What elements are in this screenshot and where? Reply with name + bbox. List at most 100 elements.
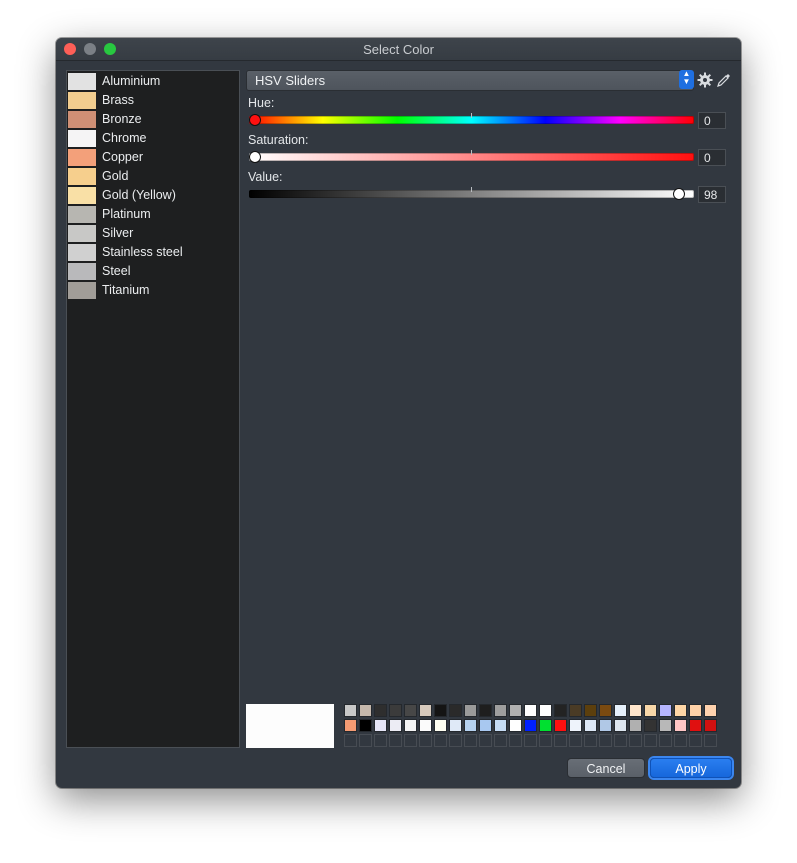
hue-slider[interactable] [249, 113, 694, 126]
palette-swatch[interactable] [524, 704, 537, 717]
palette-swatch[interactable] [659, 704, 672, 717]
palette-swatch[interactable] [599, 719, 612, 732]
cancel-button[interactable]: Cancel [567, 758, 645, 778]
custom-palette-slot[interactable] [344, 734, 357, 747]
saturation-value-field[interactable]: 0 [698, 149, 726, 166]
palette-swatch[interactable] [614, 719, 627, 732]
palette-swatch[interactable] [404, 719, 417, 732]
custom-palette-slot[interactable] [464, 734, 477, 747]
custom-palette-slot[interactable] [419, 734, 432, 747]
palette-swatch[interactable] [494, 719, 507, 732]
gear-icon[interactable] [697, 72, 713, 88]
custom-palette-slot[interactable] [509, 734, 522, 747]
custom-palette-slot[interactable] [479, 734, 492, 747]
palette-swatch[interactable] [584, 719, 597, 732]
material-item[interactable]: Gold [67, 167, 239, 186]
palette-swatch[interactable] [704, 719, 717, 732]
palette-swatch[interactable] [494, 704, 507, 717]
custom-palette-slot[interactable] [359, 734, 372, 747]
palette-swatch[interactable] [344, 719, 357, 732]
palette-swatch[interactable] [479, 719, 492, 732]
custom-palette-slot[interactable] [389, 734, 402, 747]
palette-swatch[interactable] [374, 704, 387, 717]
custom-palette-slot[interactable] [449, 734, 462, 747]
palette-swatch[interactable] [659, 719, 672, 732]
apply-button[interactable]: Apply [650, 758, 732, 778]
custom-palette-slot[interactable] [689, 734, 702, 747]
material-item[interactable]: Stainless steel [67, 243, 239, 262]
custom-palette-slot[interactable] [704, 734, 717, 747]
material-item[interactable]: Silver [67, 224, 239, 243]
value-slider[interactable] [249, 187, 694, 200]
palette-swatch[interactable] [419, 704, 432, 717]
palette-swatch[interactable] [614, 704, 627, 717]
palette-swatch[interactable] [374, 719, 387, 732]
palette-swatch[interactable] [359, 719, 372, 732]
palette-swatch[interactable] [674, 704, 687, 717]
material-item[interactable]: Aluminium [67, 72, 239, 91]
custom-palette-slot[interactable] [674, 734, 687, 747]
custom-palette-slot[interactable] [659, 734, 672, 747]
custom-palette-slot[interactable] [494, 734, 507, 747]
custom-palette-slot[interactable] [629, 734, 642, 747]
hue-slider-thumb[interactable] [249, 114, 261, 126]
palette-swatch[interactable] [344, 704, 357, 717]
custom-palette-slot[interactable] [374, 734, 387, 747]
color-mode-select[interactable]: HSV Sliders ▲ ▼ [246, 70, 694, 91]
palette-swatch[interactable] [449, 719, 462, 732]
material-item[interactable]: Platinum [67, 205, 239, 224]
palette-swatch[interactable] [629, 704, 642, 717]
palette-swatch[interactable] [644, 704, 657, 717]
palette-swatch[interactable] [584, 704, 597, 717]
material-item[interactable]: Brass [67, 91, 239, 110]
palette-swatch[interactable] [464, 719, 477, 732]
palette-swatch[interactable] [404, 704, 417, 717]
custom-palette-slot[interactable] [599, 734, 612, 747]
material-item[interactable]: Bronze [67, 110, 239, 129]
palette-swatch[interactable] [479, 704, 492, 717]
palette-swatch[interactable] [464, 704, 477, 717]
material-item[interactable]: Gold (Yellow) [67, 186, 239, 205]
palette-swatch[interactable] [509, 719, 522, 732]
palette-swatch[interactable] [524, 719, 537, 732]
palette-swatch[interactable] [554, 719, 567, 732]
palette-swatch[interactable] [689, 704, 702, 717]
palette-swatch[interactable] [569, 719, 582, 732]
material-item[interactable]: Titanium [67, 281, 239, 300]
custom-palette-slot[interactable] [554, 734, 567, 747]
custom-palette-slot[interactable] [569, 734, 582, 747]
palette-swatch[interactable] [644, 719, 657, 732]
palette-swatch[interactable] [539, 704, 552, 717]
custom-palette-slot[interactable] [434, 734, 447, 747]
palette-swatch[interactable] [389, 719, 402, 732]
palette-swatch[interactable] [389, 704, 402, 717]
palette-swatch[interactable] [599, 704, 612, 717]
hue-value-field[interactable]: 0 [698, 112, 726, 129]
saturation-slider[interactable] [249, 150, 694, 163]
custom-palette-slot[interactable] [539, 734, 552, 747]
palette-swatch[interactable] [434, 719, 447, 732]
palette-swatch[interactable] [674, 719, 687, 732]
palette-swatch[interactable] [704, 704, 717, 717]
palette-swatch[interactable] [449, 704, 462, 717]
palette-swatch[interactable] [629, 719, 642, 732]
value-slider-thumb[interactable] [673, 188, 686, 200]
custom-palette-slot[interactable] [584, 734, 597, 747]
custom-palette-slot[interactable] [644, 734, 657, 747]
custom-palette-slot[interactable] [524, 734, 537, 747]
palette-swatch[interactable] [359, 704, 372, 717]
palette-swatch[interactable] [419, 719, 432, 732]
material-item[interactable]: Steel [67, 262, 239, 281]
palette-swatch[interactable] [434, 704, 447, 717]
palette-swatch[interactable] [554, 704, 567, 717]
palette-swatch[interactable] [509, 704, 522, 717]
eyedropper-icon[interactable] [716, 72, 732, 88]
palette-swatch[interactable] [689, 719, 702, 732]
value-value-field[interactable]: 98 [698, 186, 726, 203]
material-color-list[interactable]: Aluminium Brass Bronze Chrome Copper Gold Gold… [66, 70, 240, 748]
material-item[interactable]: Chrome [67, 129, 239, 148]
material-item[interactable]: Copper [67, 148, 239, 167]
saturation-slider-thumb[interactable] [249, 151, 261, 163]
palette-swatch[interactable] [539, 719, 552, 732]
custom-palette-slot[interactable] [614, 734, 627, 747]
